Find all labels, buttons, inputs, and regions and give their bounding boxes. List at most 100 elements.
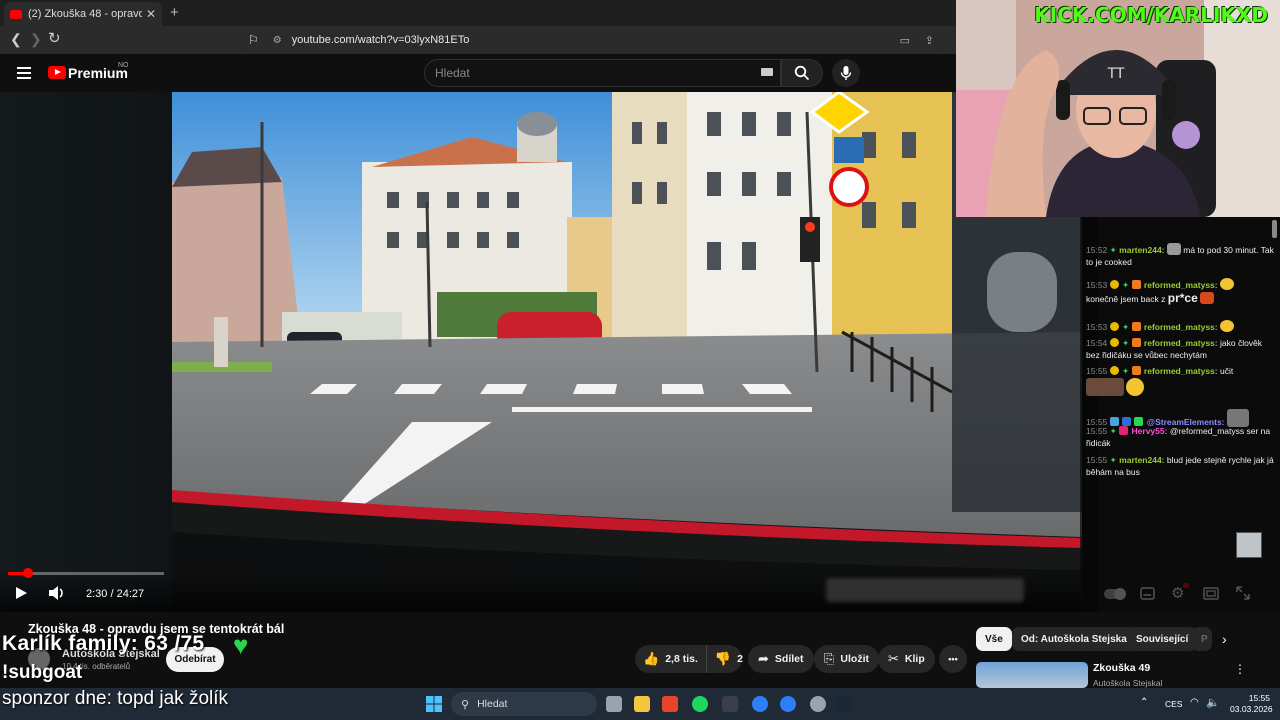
new-tab-button[interactable]: + [170, 4, 179, 21]
voice-search-button[interactable] [832, 59, 860, 87]
task-view-icon[interactable] [606, 696, 622, 712]
save-button[interactable]: ⎘ Uložit [814, 645, 879, 673]
subgoat-overlay: !subgoat [2, 662, 83, 683]
site-info-icon[interactable]: ⚙ [273, 35, 282, 46]
sparkle-badge-icon: ✦ [1122, 366, 1130, 376]
youtube-favicon-icon [10, 9, 22, 19]
microphone-icon [840, 66, 852, 80]
like-dislike-group: 👍 2,8 tis. 👎 2 [635, 645, 743, 673]
video-frame[interactable] [172, 92, 1082, 612]
edge-dev-icon[interactable] [780, 696, 796, 712]
chat-username[interactable]: reformed_matyss: [1144, 338, 1218, 348]
chat-scrollbar[interactable] [1272, 220, 1277, 238]
app-icon[interactable] [722, 696, 738, 712]
search-icon: ⚲ [461, 698, 470, 711]
speaker-icon[interactable]: 🔈 [1206, 696, 1220, 709]
bot-badge-icon [1109, 417, 1119, 426]
share-page-icon[interactable]: ⇪ [925, 34, 934, 47]
chat-username[interactable]: marten244: [1119, 245, 1164, 255]
thumbs-up-icon: 👍 [643, 651, 660, 666]
gift-badge-icon [1131, 338, 1141, 347]
sparkle-badge-icon: ✦ [1109, 426, 1117, 436]
youtube-logo-icon[interactable] [48, 66, 66, 79]
keyboard-icon[interactable] [761, 68, 773, 76]
share-arrow-icon: ➦ [758, 651, 769, 666]
chat-username[interactable]: reformed_matyss: [1144, 280, 1218, 290]
emote-icon [1126, 377, 1145, 396]
spotify-icon[interactable] [692, 696, 708, 712]
sunglasses-emote-icon [1219, 320, 1234, 332]
chevron-right-icon[interactable]: › [1222, 631, 1227, 647]
windows-start-icon[interactable] [426, 696, 442, 712]
browser-tab-strip: (2) Zkouška 48 - opravdu jsem se tentokr… [0, 0, 956, 26]
blurred-overlay [826, 578, 1024, 602]
dislike-button[interactable]: 👎 2 [707, 645, 751, 673]
reload-icon[interactable]: ↻ [48, 29, 61, 47]
chip-related[interactable]: Související [1127, 627, 1198, 651]
brave-browser-icon[interactable] [662, 696, 678, 712]
taskbar-clock[interactable]: 15:55 03.03.2026 [1230, 693, 1273, 715]
chat-timestamp: 15:55 [1086, 366, 1108, 376]
picture-in-picture-icon[interactable]: ▭ [900, 34, 910, 47]
chat-message: 15:55 ✦ marten244: blud jede stejně rych… [1086, 455, 1276, 478]
gift-badge-icon [1131, 366, 1141, 375]
streamer-webcam: TT [956, 0, 1280, 217]
sparkle-badge-icon: ✦ [1122, 280, 1130, 290]
address-bar[interactable]: ⚐ ⚙ youtube.com/watch?v=03lyxN81ETo ▭ ⇪ [240, 29, 950, 51]
obs-icon[interactable] [810, 696, 826, 712]
coin-badge-icon [1109, 338, 1119, 347]
seek-bar[interactable] [8, 568, 164, 578]
browser-tab[interactable]: (2) Zkouška 48 - opravdu jsem se tentokr… [4, 2, 162, 26]
chip-all[interactable]: Vše [976, 627, 1012, 651]
file-explorer-icon[interactable] [634, 696, 650, 712]
url-text: youtube.com/watch?v=03lyxN81ETo [291, 34, 470, 46]
volume-icon[interactable] [48, 586, 66, 600]
back-icon[interactable]: ❮ [10, 31, 22, 48]
verified-badge-icon [1134, 417, 1144, 426]
chat-message: 15:52 ✦ marten244: má to pod 30 minut. T… [1086, 243, 1276, 268]
steam-icon[interactable] [838, 696, 854, 712]
like-button[interactable]: 👍 2,8 tis. [635, 645, 707, 673]
share-button[interactable]: ➦ Sdílet [748, 645, 814, 673]
taskbar-search[interactable]: ⚲ Hledat [451, 692, 597, 716]
chat-username[interactable]: marten244: [1119, 455, 1164, 465]
clock-date: 03.03.2026 [1230, 704, 1273, 714]
search-icon [794, 65, 810, 81]
recommendation-thumbnail[interactable] [976, 662, 1088, 688]
chat-message: 15:54 ✦ reformed_matyss: jako člověk bez… [1086, 338, 1276, 361]
search-input[interactable]: Hledat [424, 59, 781, 87]
more-vertical-icon[interactable]: ⋮ [1234, 662, 1246, 676]
taskbar-search-placeholder: Hledat [477, 698, 508, 710]
chat-emote-text: pr*ce [1167, 290, 1198, 305]
emote-icon [1086, 377, 1124, 396]
forward-icon[interactable]: ❯ [30, 31, 42, 48]
chat-timestamp: 15:53 [1086, 322, 1108, 332]
chat-message: 15:55 ✦ reformed_matyss: učit [1086, 366, 1276, 397]
search-button[interactable] [781, 59, 823, 87]
chip-next[interactable]: P [1192, 627, 1212, 651]
bookmark-icon[interactable]: ⚐ [248, 33, 259, 47]
coin-badge-icon [1109, 280, 1119, 289]
recommendation-title[interactable]: Zkouška 49 [1093, 662, 1150, 674]
menu-icon[interactable] [17, 67, 31, 79]
chat-username[interactable]: reformed_matyss: [1144, 366, 1218, 376]
gift-badge-icon [1131, 280, 1141, 289]
recommendation-channel[interactable]: Autoškola Stejskal [1093, 678, 1162, 688]
keyboard-language[interactable]: CES [1165, 699, 1182, 709]
chat-username[interactable]: reformed_matyss: [1144, 322, 1218, 332]
clip-button[interactable]: ✂ Klip [878, 645, 935, 673]
chat-thumbnail[interactable] [1236, 532, 1262, 558]
chat-username[interactable]: Hervy55: [1132, 426, 1168, 436]
chip-from-channel[interactable]: Od: Autoškola Stejskal [1012, 627, 1139, 651]
green-heart-icon: ♥ [233, 630, 249, 660]
chevron-up-icon[interactable]: ⌃ [1140, 697, 1148, 708]
more-actions-button[interactable]: ••• [939, 645, 967, 673]
screen: (2) Zkouška 48 - opravdu jsem se tentokr… [0, 0, 1280, 720]
play-icon[interactable] [14, 586, 28, 600]
scissors-icon: ✂ [888, 651, 899, 666]
seek-bar-knob[interactable] [22, 568, 33, 578]
wifi-icon[interactable]: ◠ [1190, 697, 1199, 708]
edge-icon[interactable] [752, 696, 768, 712]
tab-close-icon[interactable]: ✕ [146, 7, 156, 21]
video-player[interactable]: 2:30 / 24:27 ⚙ [0, 92, 1250, 612]
